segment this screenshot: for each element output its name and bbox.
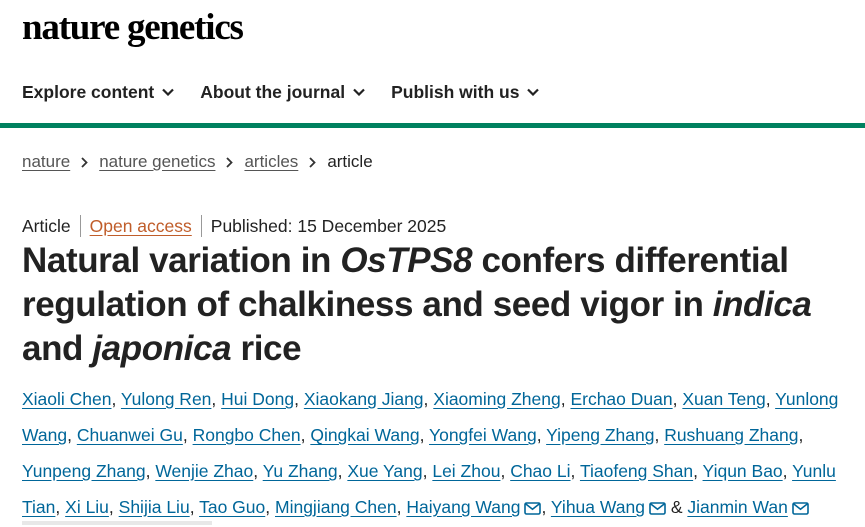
title-italic: indica xyxy=(712,285,812,324)
chevron-right-icon xyxy=(309,156,317,168)
author-link[interactable]: Shijia Liu xyxy=(119,497,190,517)
article-type: Article xyxy=(22,215,71,236)
author-link[interactable]: Yipeng Zhang xyxy=(546,425,654,445)
nav-explore-content[interactable]: Explore content xyxy=(22,81,175,103)
article-title: Natural variation in OsTPS8 confers diff… xyxy=(22,239,862,371)
chevron-down-icon xyxy=(527,88,540,96)
nav-item-label: About the journal xyxy=(200,81,346,102)
author-link[interactable]: Hui Dong xyxy=(221,389,294,409)
meta-divider xyxy=(79,215,81,237)
author-link[interactable]: Mingjiang Chen xyxy=(275,497,397,517)
author-link[interactable]: Erchao Duan xyxy=(570,389,672,409)
author-link[interactable]: Yiqun Bao xyxy=(703,461,783,481)
main-nav: Explore content About the journal Publis… xyxy=(22,78,540,106)
author-link[interactable]: Rushuang Zhang xyxy=(664,425,798,445)
nav-publish-with-us[interactable]: Publish with us xyxy=(391,81,540,103)
email-icon[interactable] xyxy=(649,491,666,527)
title-text: rice xyxy=(231,329,302,368)
author-link[interactable]: Qingkai Wang xyxy=(310,425,419,445)
chevron-right-icon xyxy=(81,156,88,168)
author-link[interactable]: Tiaofeng Shan xyxy=(580,461,693,481)
chevron-down-icon xyxy=(162,88,175,96)
nav-item-label: Explore content xyxy=(22,81,155,102)
title-text: Natural variation in xyxy=(22,241,341,280)
author-link[interactable]: Xiaokang Jiang xyxy=(304,389,424,409)
breadcrumb-nature-genetics[interactable]: nature genetics xyxy=(99,152,215,172)
author-link[interactable]: Haiyang Wang xyxy=(406,497,520,517)
nav-item-label: Publish with us xyxy=(391,81,520,102)
breadcrumb: nature nature genetics articles article xyxy=(22,152,373,172)
breadcrumb-articles[interactable]: articles xyxy=(244,152,298,172)
meta-divider xyxy=(200,215,202,237)
author-link[interactable]: Xiaoli Chen xyxy=(22,389,112,409)
email-icon[interactable] xyxy=(524,491,542,527)
author-link[interactable]: Rongbo Chen xyxy=(193,425,301,445)
author-link[interactable]: Xue Yang xyxy=(347,461,422,481)
author-link[interactable]: Lei Zhou xyxy=(432,461,500,481)
author-link[interactable]: Wenjie Zhao xyxy=(155,461,253,481)
nav-about-journal[interactable]: About the journal xyxy=(200,82,365,103)
author-link[interactable]: Yulong Ren xyxy=(121,389,212,409)
author-link[interactable]: Xi Liu xyxy=(65,497,109,517)
author-list: Xiaoli Chen, Yulong Ren, Hui Dong, Xiaok… xyxy=(22,381,862,527)
author-link[interactable]: Chuanwei Gu xyxy=(77,425,183,445)
article-meta: Article Open access Published: 15 Decemb… xyxy=(22,215,446,237)
title-text: and xyxy=(22,329,93,368)
author-link[interactable]: Xuan Teng xyxy=(682,389,765,409)
title-gene: OsTPS8 xyxy=(340,241,473,280)
chevron-right-icon xyxy=(226,156,234,168)
breadcrumb-nature[interactable]: nature xyxy=(22,152,70,172)
title-italic: japonica xyxy=(92,329,232,368)
author-link[interactable]: Chao Li xyxy=(510,461,570,481)
author-link[interactable]: Xiaoming Zheng xyxy=(433,389,560,409)
author-link[interactable]: Yunpeng Zhang xyxy=(22,461,146,481)
author-link[interactable]: Jianmin Wan xyxy=(687,497,788,517)
open-access-link[interactable]: Open access xyxy=(90,216,192,237)
content-divider xyxy=(22,521,212,525)
journal-logo[interactable]: nature genetics xyxy=(22,6,244,50)
author-link[interactable]: Yongfei Wang xyxy=(429,425,537,445)
breadcrumb-current: article xyxy=(327,152,373,171)
email-icon[interactable] xyxy=(792,491,809,527)
brand-divider xyxy=(0,123,865,128)
author-link[interactable]: Yihua Wang xyxy=(551,497,645,517)
author-link[interactable]: Tao Guo xyxy=(199,497,265,517)
chevron-down-icon xyxy=(353,88,365,96)
published-date: Published: 15 December 2025 xyxy=(210,215,447,236)
author-link[interactable]: Yu Zhang xyxy=(263,461,338,481)
